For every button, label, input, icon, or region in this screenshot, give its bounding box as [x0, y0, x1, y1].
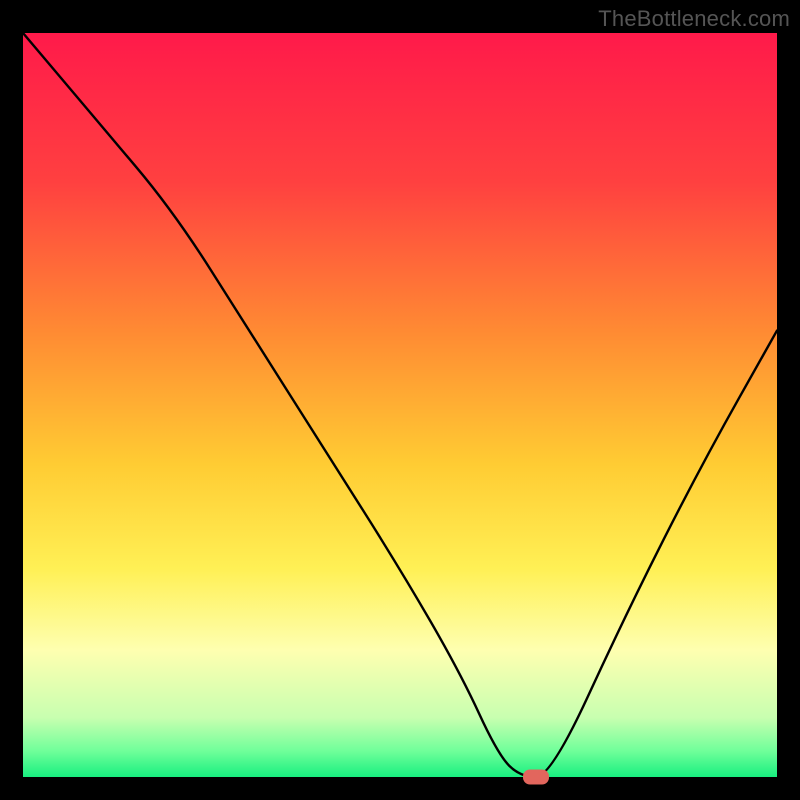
chart-frame: TheBottleneck.com: [0, 0, 800, 800]
watermark-text: TheBottleneck.com: [598, 6, 790, 32]
plot-svg: [23, 33, 777, 777]
plot-area: [23, 33, 777, 777]
optimal-marker: [523, 770, 549, 785]
gradient-background: [23, 33, 777, 777]
